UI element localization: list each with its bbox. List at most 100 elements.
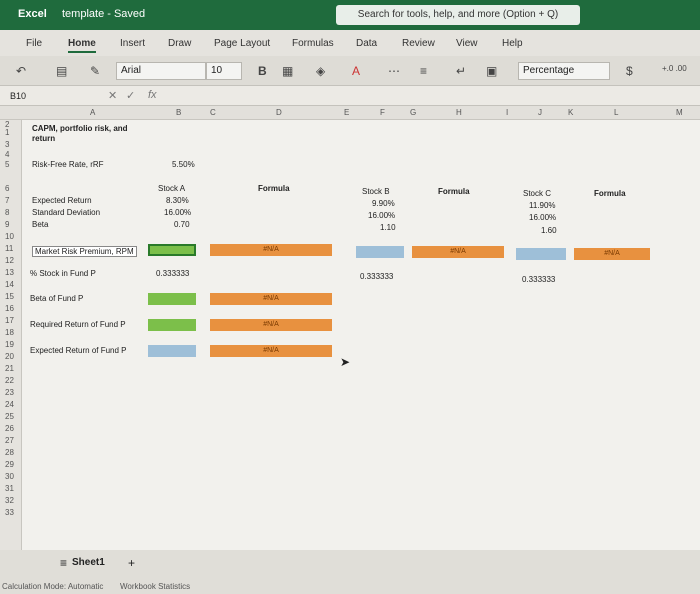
cell-f6[interactable]: 9.90%	[372, 199, 395, 208]
row-header[interactable]: 3	[5, 140, 9, 149]
cell-f8[interactable]: 1.10	[380, 223, 396, 232]
row-header[interactable]: 7	[5, 196, 9, 205]
cell-b8[interactable]: 0.70	[174, 220, 190, 229]
column-header[interactable]: I	[506, 108, 508, 117]
row-header[interactable]: 28	[5, 448, 14, 457]
wrap-text-icon[interactable]: ↵	[456, 64, 466, 78]
merge-icon[interactable]: ▣	[486, 64, 497, 78]
cell-d18[interactable]: #N/A	[210, 345, 332, 357]
cell-a16[interactable]: Required Return of Fund P	[30, 320, 126, 329]
sheet-tab[interactable]: Sheet1	[72, 557, 105, 568]
cell-b5[interactable]: Stock A	[158, 184, 185, 193]
row-header[interactable]: 4	[5, 150, 9, 159]
column-header[interactable]: B	[176, 108, 181, 117]
row-header[interactable]: 5	[5, 160, 9, 169]
row-header[interactable]: 20	[5, 352, 14, 361]
add-sheet-icon[interactable]: +	[128, 556, 135, 570]
cell-j12[interactable]: 0.333333	[522, 275, 555, 284]
column-header[interactable]: K	[568, 108, 573, 117]
fx-button[interactable]: fx	[148, 89, 157, 101]
cell-j5[interactable]: Stock C	[523, 189, 551, 198]
font-name-select[interactable]: Arial	[116, 62, 206, 80]
bold-button[interactable]: B	[258, 64, 267, 78]
row-header[interactable]: 9	[5, 220, 9, 229]
cell-b14[interactable]	[148, 293, 196, 305]
number-format-select[interactable]: Percentage	[518, 62, 610, 80]
cell-a12[interactable]: % Stock in Fund P	[30, 269, 96, 278]
row-header[interactable]: 23	[5, 388, 14, 397]
cell-b16[interactable]	[148, 319, 196, 331]
cell-b12[interactable]: 0.333333	[156, 269, 189, 278]
cell-d16[interactable]: #N/A	[210, 319, 332, 331]
cell-b3[interactable]: 5.50%	[172, 160, 195, 169]
align-icon[interactable]: ≡	[420, 64, 427, 78]
column-header[interactable]: E	[344, 108, 349, 117]
tab-draw[interactable]: Draw	[168, 38, 191, 49]
column-header[interactable]: L	[614, 108, 618, 117]
column-header[interactable]: D	[276, 108, 282, 117]
row-header[interactable]: 17	[5, 316, 14, 325]
paste-icon[interactable]: ▤	[56, 64, 67, 78]
column-header[interactable]: M	[676, 108, 683, 117]
cell-f5[interactable]: Stock B	[362, 187, 390, 196]
row-header[interactable]: 6	[5, 184, 9, 193]
cell-h10[interactable]: #N/A	[412, 246, 504, 258]
row-header[interactable]: 27	[5, 436, 14, 445]
cell-l10[interactable]: #N/A	[574, 248, 650, 260]
cell-l5[interactable]: Formula	[594, 189, 626, 198]
tab-page-layout[interactable]: Page Layout	[214, 38, 270, 49]
cell-d14[interactable]: #N/A	[210, 293, 332, 305]
cell-f12[interactable]: 0.333333	[360, 272, 393, 281]
name-box[interactable]: B10	[10, 91, 26, 101]
cell-j10[interactable]	[516, 248, 566, 260]
font-size-select[interactable]: 10	[206, 62, 242, 80]
confirm-icon[interactable]: ✓	[126, 89, 135, 102]
format-painter-icon[interactable]: ✎	[90, 64, 100, 78]
decimal-button[interactable]: +.0 .00	[662, 64, 687, 73]
tab-review[interactable]: Review	[402, 38, 435, 49]
column-header[interactable]: G	[410, 108, 416, 117]
currency-button[interactable]: $	[626, 64, 633, 78]
font-color-icon[interactable]: A	[352, 64, 360, 78]
row-header[interactable]: 8	[5, 208, 9, 217]
cell-a6[interactable]: Expected Return	[32, 196, 92, 205]
row-header[interactable]: 30	[5, 472, 14, 481]
row-header[interactable]: 12	[5, 256, 14, 265]
row-header[interactable]: 25	[5, 412, 14, 421]
tab-home[interactable]: Home	[68, 38, 96, 53]
row-header[interactable]: 11	[5, 244, 13, 253]
row-header[interactable]: 10	[5, 232, 14, 241]
sheet-menu-icon[interactable]: ≡	[60, 556, 67, 570]
undo-icon[interactable]: ↶	[16, 64, 26, 78]
cell-a10[interactable]: Market Risk Premium, RPM	[32, 246, 137, 257]
column-header[interactable]: F	[380, 108, 385, 117]
tab-view[interactable]: View	[456, 38, 478, 49]
row-header[interactable]: 14	[5, 280, 14, 289]
borders-icon[interactable]: ▦	[282, 64, 293, 78]
tab-help[interactable]: Help	[502, 38, 523, 49]
cell-f7[interactable]: 16.00%	[368, 211, 395, 220]
row-header[interactable]: 26	[5, 424, 14, 433]
cell-a7[interactable]: Standard Deviation	[32, 208, 100, 217]
row-header[interactable]: 18	[5, 328, 14, 337]
row-header[interactable]: 24	[5, 400, 14, 409]
cell-a1[interactable]: CAPM, portfolio risk, and	[32, 124, 128, 133]
workbook-stats[interactable]: Workbook Statistics	[120, 582, 190, 591]
column-header[interactable]: C	[210, 108, 216, 117]
cell-f10[interactable]	[356, 246, 404, 258]
row-header[interactable]: 16	[5, 304, 14, 313]
cell-d5[interactable]: Formula	[258, 184, 290, 193]
row-header[interactable]: 33	[5, 508, 14, 517]
search-input[interactable]: Search for tools, help, and more (Option…	[336, 5, 580, 25]
cell-a18[interactable]: Expected Return of Fund P	[30, 346, 127, 355]
row-header[interactable]: 22	[5, 376, 14, 385]
row-header[interactable]: 32	[5, 496, 14, 505]
row-header[interactable]: 31	[5, 484, 14, 493]
row-header[interactable]: 15	[5, 292, 14, 301]
row-header[interactable]: 29	[5, 460, 14, 469]
tab-formulas[interactable]: Formulas	[292, 38, 334, 49]
cell-b7[interactable]: 16.00%	[164, 208, 191, 217]
cell-b18[interactable]	[148, 345, 196, 357]
cell-a14[interactable]: Beta of Fund P	[30, 294, 83, 303]
fill-color-icon[interactable]: ◈	[316, 64, 325, 78]
